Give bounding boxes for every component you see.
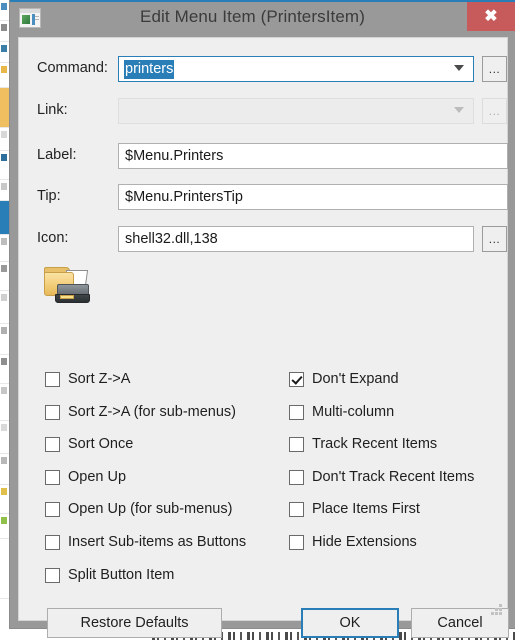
- command-row: Command: printers ...: [19, 56, 509, 82]
- checkbox-checked-icon[interactable]: [289, 372, 304, 387]
- resize-grip[interactable]: [490, 604, 503, 617]
- tip-row: Tip: $Menu.PrintersTip: [19, 184, 509, 210]
- link-label: Link:: [37, 102, 68, 118]
- checkbox-unchecked-icon[interactable]: [289, 469, 304, 485]
- command-combobox[interactable]: printers: [118, 56, 474, 82]
- link-combobox: [118, 98, 474, 124]
- checkbox-unchecked-icon[interactable]: [45, 437, 60, 453]
- options-column-left: Sort Z->A Sort Z->A (for sub-menus) Sort O…: [45, 370, 246, 598]
- option-checkbox-left-2[interactable]: Sort Once: [45, 435, 246, 468]
- chevron-down-icon: [454, 107, 464, 113]
- checkbox-unchecked-icon[interactable]: [45, 404, 60, 420]
- dialog-titlebar[interactable]: Edit Menu Item (PrintersItem) ✖: [10, 0, 515, 37]
- command-label: Command:: [37, 60, 108, 76]
- checkbox-unchecked-icon[interactable]: [45, 567, 60, 583]
- ok-button[interactable]: OK: [301, 608, 399, 638]
- option-checkbox-left-6[interactable]: Split Button Item: [45, 566, 246, 599]
- checkbox-unchecked-icon[interactable]: [289, 404, 304, 420]
- tip-value: $Menu.PrintersTip: [125, 189, 243, 205]
- icon-value: shell32.dll,138: [125, 231, 218, 247]
- checkbox-label: Open Up (for sub-menus): [68, 501, 233, 518]
- command-browse-button[interactable]: ...: [482, 56, 507, 82]
- tip-label: Tip:: [37, 188, 61, 204]
- ellipsis-icon: ...: [488, 62, 501, 76]
- label-value: $Menu.Printers: [125, 148, 224, 164]
- dialog-content: Command: printers ... Link: ... Label: $…: [18, 37, 509, 638]
- icon-row: Icon: shell32.dll,138 ...: [19, 226, 509, 252]
- option-checkbox-right-5[interactable]: Hide Extensions: [289, 533, 474, 566]
- checkbox-label: Place Items First: [312, 501, 420, 518]
- checkbox-label: Sort Once: [68, 436, 134, 453]
- restore-defaults-button[interactable]: Restore Defaults: [47, 608, 222, 638]
- close-button[interactable]: ✖: [467, 2, 515, 31]
- icon-label: Icon:: [37, 230, 69, 246]
- icon-input[interactable]: shell32.dll,138: [118, 226, 474, 252]
- checkbox-label: Split Button Item: [68, 566, 175, 583]
- checkbox-label: Multi-column: [312, 403, 395, 420]
- label-row: Label: $Menu.Printers: [19, 143, 509, 169]
- printer-with-folder-icon: [43, 262, 91, 310]
- tip-input[interactable]: $Menu.PrintersTip: [118, 184, 508, 210]
- checkbox-label: Open Up: [68, 468, 127, 485]
- window-app-icon: [19, 8, 41, 28]
- chevron-down-icon: [454, 65, 464, 71]
- checkbox-label: Don't Expand: [312, 371, 399, 387]
- label-label: Label:: [37, 147, 77, 163]
- checkbox-label: Track Recent Items: [312, 436, 438, 453]
- checkbox-unchecked-icon[interactable]: [289, 502, 304, 518]
- checkbox-unchecked-icon[interactable]: [45, 372, 60, 387]
- ellipsis-icon: ...: [488, 104, 501, 118]
- command-value: printers: [124, 60, 175, 79]
- option-checkbox-left-5[interactable]: Insert Sub-items as Buttons: [45, 533, 246, 566]
- checkbox-label: Sort Z->A (for sub-menus): [68, 403, 237, 420]
- option-checkbox-right-4[interactable]: Place Items First: [289, 500, 474, 533]
- link-browse-button: ...: [482, 98, 507, 124]
- option-checkbox-right-3[interactable]: Don't Track Recent Items: [289, 468, 474, 501]
- checkbox-unchecked-icon[interactable]: [45, 469, 60, 485]
- label-input[interactable]: $Menu.Printers: [118, 143, 508, 169]
- close-icon: ✖: [484, 8, 498, 25]
- checkbox-label: Sort Z->A: [68, 371, 131, 387]
- option-checkbox-right-2[interactable]: Track Recent Items: [289, 435, 474, 468]
- option-checkbox-right-1[interactable]: Multi-column: [289, 403, 474, 436]
- checkbox-unchecked-icon[interactable]: [289, 534, 304, 550]
- ellipsis-icon: ...: [488, 232, 501, 246]
- checkbox-label: Insert Sub-items as Buttons: [68, 533, 247, 550]
- background-window-left-sliver: [0, 0, 9, 640]
- checkbox-label: Hide Extensions: [312, 533, 417, 550]
- checkbox-unchecked-icon[interactable]: [289, 437, 304, 453]
- icon-browse-button[interactable]: ...: [482, 226, 507, 252]
- options-column-right: Don't Expand Multi-column Track Recent Ite…: [289, 370, 474, 566]
- option-checkbox-left-0[interactable]: Sort Z->A: [45, 370, 246, 403]
- checkbox-unchecked-icon[interactable]: [45, 502, 60, 518]
- option-checkbox-right-0[interactable]: Don't Expand: [289, 370, 474, 403]
- link-row: Link: ...: [19, 98, 509, 124]
- titlebar-accent-line: [10, 0, 515, 2]
- edit-menu-item-dialog: Edit Menu Item (PrintersItem) ✖ Command:…: [9, 0, 515, 638]
- option-checkbox-left-1[interactable]: Sort Z->A (for sub-menus): [45, 403, 246, 436]
- option-checkbox-left-4[interactable]: Open Up (for sub-menus): [45, 500, 246, 533]
- checkbox-label: Don't Track Recent Items: [312, 468, 475, 485]
- desktop-background: Edit Menu Item (PrintersItem) ✖ Command:…: [0, 0, 515, 640]
- dialog-title: Edit Menu Item (PrintersItem): [140, 7, 365, 26]
- option-checkbox-left-3[interactable]: Open Up: [45, 468, 246, 501]
- checkbox-unchecked-icon[interactable]: [45, 534, 60, 550]
